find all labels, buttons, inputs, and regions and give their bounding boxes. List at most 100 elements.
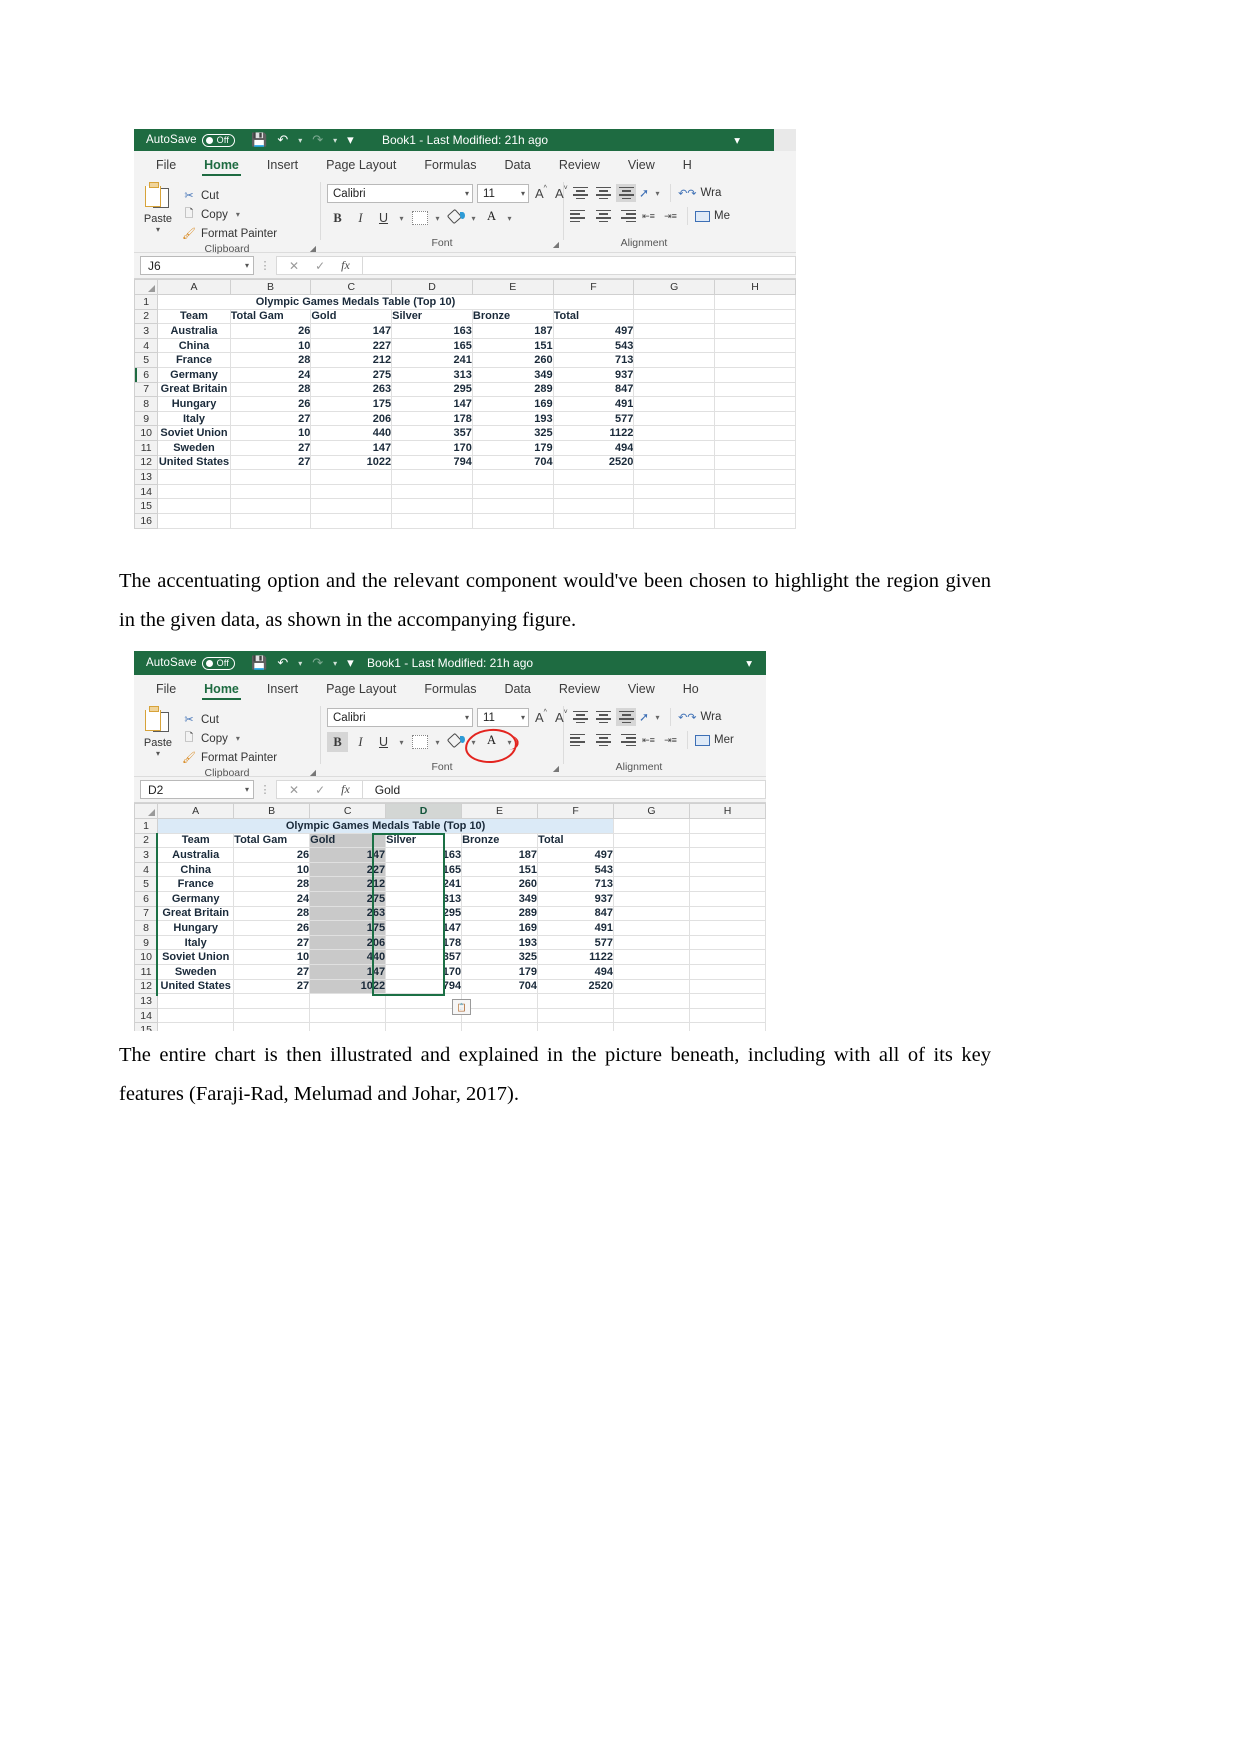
customize-quick-access-icon[interactable]: ▾ (347, 655, 354, 671)
cell[interactable] (688, 861, 766, 878)
cell[interactable] (714, 396, 796, 412)
cell-bronze[interactable]: 289 (471, 381, 554, 398)
align-middle-button[interactable] (593, 708, 613, 726)
decrease-indent-button[interactable]: ⇤≡ (639, 732, 658, 749)
cell[interactable] (471, 498, 554, 514)
column-header-g[interactable]: G (633, 279, 716, 295)
tab-file[interactable]: File (142, 675, 190, 703)
redo-dropdown-icon[interactable]: ▾ (333, 136, 337, 145)
cell[interactable] (688, 934, 766, 951)
cell-games[interactable]: 28 (229, 381, 312, 398)
formula-input[interactable]: Gold (362, 780, 766, 799)
cell-gold[interactable]: 175 (309, 920, 387, 936)
cell-team[interactable]: United States (157, 978, 235, 995)
cancel-icon[interactable]: ✕ (289, 259, 299, 273)
cell[interactable] (310, 469, 393, 485)
align-center-button[interactable] (593, 731, 613, 749)
merge-center-button[interactable]: Mer (695, 734, 734, 746)
cell-bronze[interactable]: 179 (471, 439, 554, 456)
cell-team[interactable]: France (157, 352, 231, 368)
cell-games[interactable]: 24 (229, 366, 312, 383)
font-color-dropdown-icon[interactable]: ▾ (504, 738, 515, 747)
row-header[interactable]: 13 (134, 469, 159, 485)
cell[interactable] (461, 1007, 539, 1024)
cell-bronze[interactable]: 193 (461, 934, 539, 951)
cell[interactable] (229, 498, 312, 514)
cell[interactable] (633, 512, 716, 529)
cell-gold[interactable]: 1022 (309, 978, 387, 995)
cell-total[interactable]: 577 (537, 934, 615, 951)
increase-indent-button[interactable]: ⇥≡ (661, 208, 680, 225)
copy-dropdown-icon[interactable]: ▾ (236, 210, 240, 219)
cell[interactable] (310, 512, 393, 529)
cut-button[interactable]: ✂ Cut (182, 710, 277, 729)
cell[interactable] (714, 294, 796, 310)
row-header[interactable]: 10 (134, 949, 159, 965)
cell[interactable] (714, 323, 796, 339)
cell-silver[interactable]: 163 (385, 847, 463, 863)
cell-team[interactable]: Great Britain (157, 905, 235, 922)
cell-gold[interactable]: 147 (310, 439, 393, 456)
tab-insert[interactable]: Insert (253, 675, 312, 703)
bold-button[interactable]: B (327, 732, 348, 752)
cell[interactable] (633, 483, 716, 500)
column-header-h[interactable]: H (688, 803, 766, 819)
cell-total[interactable]: 847 (552, 381, 635, 398)
formula-bar-handle[interactable]: ⋮ (254, 259, 276, 272)
font-name-combobox[interactable]: Calibri ▾ (327, 708, 473, 727)
cell-games[interactable]: 10 (229, 425, 312, 441)
cell-games[interactable]: 27 (229, 410, 312, 427)
align-bottom-button[interactable] (616, 184, 636, 202)
row-header[interactable]: 5 (134, 352, 159, 368)
cell-bronze[interactable]: 289 (461, 905, 539, 922)
cell[interactable] (633, 337, 716, 354)
sheet-title-cell[interactable]: Olympic Games Medals Table (Top 10) (157, 294, 554, 310)
cell-bronze[interactable]: 325 (471, 425, 554, 441)
cell[interactable] (461, 1022, 539, 1031)
tab-file[interactable]: File (142, 151, 190, 179)
font-color-button[interactable]: A (481, 732, 502, 752)
tab-help[interactable]: H (669, 151, 706, 179)
insert-function-icon[interactable]: fx (341, 258, 350, 273)
cell[interactable] (229, 469, 312, 485)
cell-games[interactable]: 28 (233, 905, 311, 922)
cell-bronze[interactable]: 151 (471, 337, 554, 354)
tab-home[interactable]: Home (190, 151, 253, 179)
cell-silver[interactable]: 170 (391, 439, 473, 456)
cell-total[interactable]: 494 (552, 439, 635, 456)
undo-dropdown-icon[interactable]: ▾ (298, 659, 302, 668)
cell-total[interactable]: 713 (552, 352, 635, 368)
cell[interactable] (714, 469, 796, 485)
cell[interactable] (309, 1022, 387, 1031)
cell[interactable] (688, 1022, 766, 1031)
cell-bronze[interactable]: 349 (461, 890, 539, 907)
fill-color-dropdown-icon[interactable]: ▾ (468, 738, 479, 747)
row-header[interactable]: 1 (134, 818, 159, 834)
cell[interactable] (157, 498, 231, 514)
font-dialog-launcher[interactable]: ◢ (553, 762, 559, 775)
column-header-d[interactable]: D (391, 279, 473, 295)
cell[interactable] (714, 308, 796, 325)
cell-gold-header[interactable]: Gold (309, 832, 387, 849)
sheet-title-cell[interactable]: Olympic Games Medals Table (Top 10) (157, 818, 615, 834)
cell-silver-header[interactable]: Silver (391, 308, 473, 325)
cell[interactable] (552, 498, 635, 514)
cell-silver[interactable]: 147 (391, 396, 473, 412)
cell-games[interactable]: 28 (233, 876, 311, 892)
cell-total[interactable]: 497 (552, 323, 635, 339)
cell[interactable] (537, 993, 615, 1009)
cell-bronze[interactable]: 179 (461, 963, 539, 980)
align-center-button[interactable] (593, 207, 613, 225)
cell[interactable] (688, 832, 766, 849)
cell-total[interactable]: 577 (552, 410, 635, 427)
cell-bronze[interactable]: 187 (471, 323, 554, 339)
title-dropdown-icon[interactable]: ▾ (734, 133, 740, 147)
cell[interactable] (157, 483, 231, 500)
cell[interactable] (633, 396, 716, 412)
cell[interactable] (461, 993, 539, 1009)
save-icon[interactable]: 💾 (251, 655, 267, 671)
cell[interactable] (613, 949, 690, 965)
cell-team[interactable]: China (157, 337, 231, 354)
cell-silver[interactable]: 295 (385, 905, 463, 922)
cell[interactable] (613, 876, 690, 892)
